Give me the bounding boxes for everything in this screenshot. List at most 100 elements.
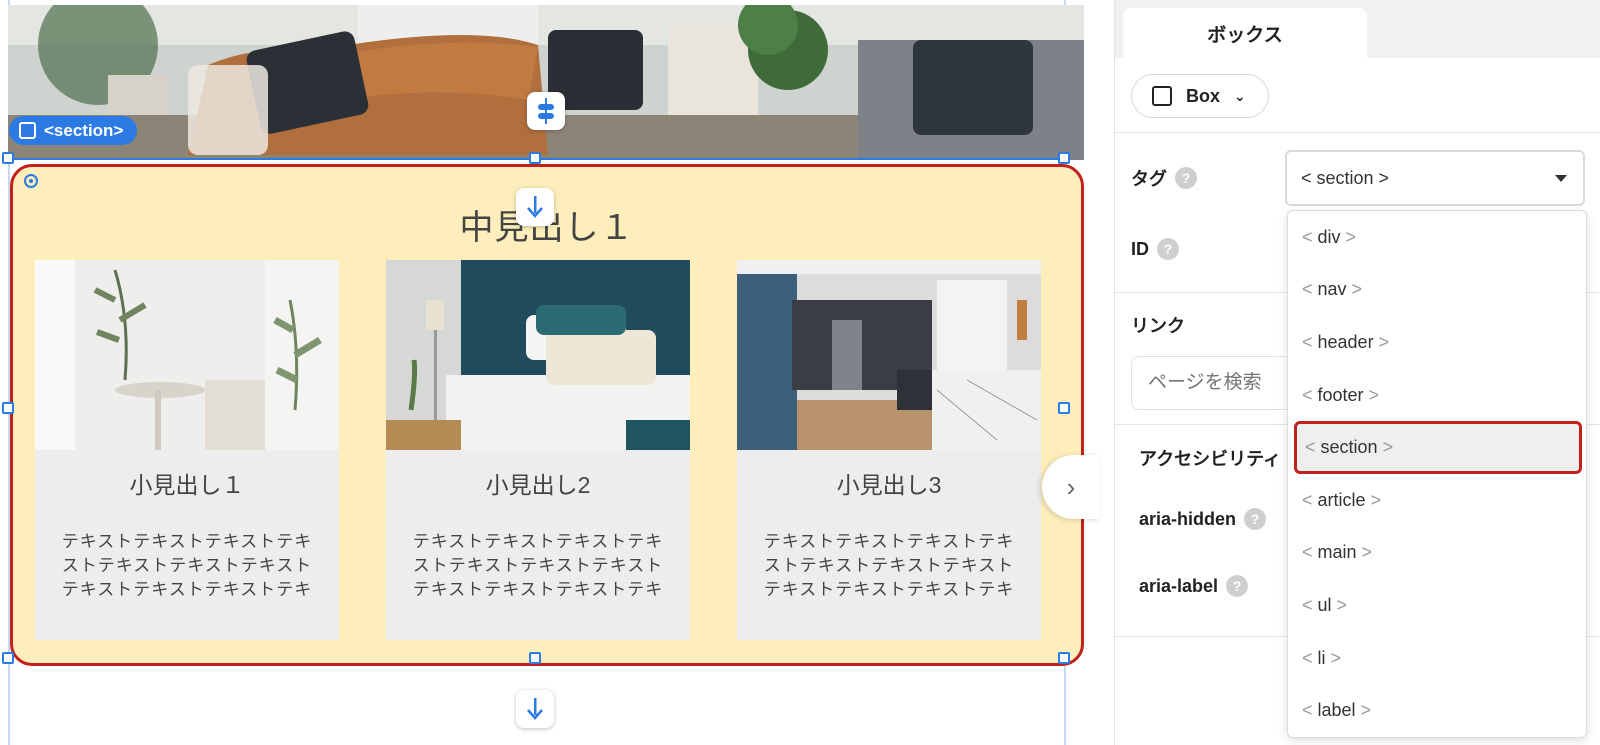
tag-option-main[interactable]: < main > <box>1288 527 1586 580</box>
properties-panel: ボックス Box ⌄ タグ ? < section > ID ? リンク アクセ… <box>1114 0 1600 745</box>
bracket-close: > <box>1355 700 1372 721</box>
aria-label-label: aria-label ? <box>1139 575 1249 597</box>
bracket-open: < <box>1302 489 1318 510</box>
arrow-down-icon <box>527 698 543 720</box>
bracket-close: > <box>1373 331 1390 352</box>
tag-option-li[interactable]: < li > <box>1288 632 1586 685</box>
tag-option-nav[interactable]: < nav > <box>1288 264 1586 317</box>
tag-option-label: article <box>1317 489 1366 510</box>
bracket-open: < <box>1302 279 1318 300</box>
carousel-next-button[interactable]: › <box>1042 455 1100 519</box>
resize-handle-middle-right[interactable] <box>1058 402 1070 414</box>
card-3-image <box>737 260 1041 450</box>
tag-option-label: nav <box>1317 279 1347 300</box>
card-2-image <box>386 260 690 450</box>
chevron-down-icon: ⌄ <box>1234 87 1246 104</box>
help-icon[interactable]: ? <box>1157 238 1179 260</box>
card-3-title[interactable]: 小見出し3 <box>737 466 1041 500</box>
accessibility-section-label: アクセシビリティ <box>1139 445 1281 471</box>
tag-option-label: header <box>1317 331 1374 352</box>
bracket-open: < <box>1302 647 1318 668</box>
id-field-label: ID ? <box>1131 238 1179 260</box>
card-1-text[interactable]: テキストテキストテキストテキストテキストテキストテキストテキストテキストテキスト… <box>55 530 319 602</box>
link-field-label: リンク <box>1131 312 1185 338</box>
bracket-open: < <box>1302 384 1318 405</box>
tab-box[interactable]: ボックス <box>1123 8 1367 58</box>
chevron-right-icon: › <box>1066 471 1076 502</box>
tag-option-label: main <box>1317 542 1357 563</box>
bracket-close: > <box>1365 489 1382 510</box>
tag-field-label: タグ ? <box>1131 165 1197 191</box>
help-icon[interactable]: ? <box>1175 167 1197 189</box>
panel-tab-bar: ボックス <box>1115 0 1600 58</box>
resize-handle-top-right[interactable] <box>1058 152 1070 164</box>
help-icon[interactable]: ? <box>1244 508 1267 530</box>
tag-label-text: タグ <box>1131 169 1167 189</box>
section-tag-badge[interactable]: <section> <box>9 116 138 145</box>
tag-option-footer[interactable]: < footer > <box>1288 369 1586 422</box>
tag-option-section[interactable]: < section > <box>1294 421 1582 474</box>
tag-option-label: label <box>1317 700 1356 721</box>
tag-select[interactable]: < section > <box>1285 150 1585 206</box>
section-badge-label: <section> <box>44 120 124 140</box>
card-1-image <box>35 260 339 450</box>
resize-handle-top-left[interactable] <box>2 152 14 164</box>
insert-below-button-top[interactable] <box>516 188 554 226</box>
bracket-close: > <box>1356 542 1373 563</box>
card-2-title[interactable]: 小見出し2 <box>386 466 690 500</box>
card-3[interactable]: 小見出し3 テキストテキストテキストテキストテキストテキストテキストテキストテキ… <box>737 260 1041 640</box>
bracket-close: > <box>1346 279 1363 300</box>
id-label-text: ID <box>1131 238 1149 259</box>
card-1[interactable]: 小見出し１ テキストテキストテキストテキストテキストテキストテキストテキストテキ… <box>35 260 339 640</box>
aria-hidden-label: aria-hidden ? <box>1139 508 1267 530</box>
tag-option-label: section <box>1320 437 1378 458</box>
tag-option-div[interactable]: < div > <box>1288 211 1586 264</box>
accessibility-label-text: アクセシビリティ <box>1139 449 1282 469</box>
split-section-button[interactable] <box>527 92 565 130</box>
resize-handle-middle-left[interactable] <box>2 402 14 414</box>
tag-option-label: div <box>1317 226 1341 247</box>
checkbox-square-icon <box>19 122 36 139</box>
resize-handle-bottom-right[interactable] <box>1058 652 1070 664</box>
hero-image <box>8 5 1084 160</box>
resize-handle-bottom-center[interactable] <box>529 652 541 664</box>
box-square-icon <box>1152 86 1172 106</box>
target-icon[interactable] <box>24 174 38 188</box>
help-icon[interactable]: ? <box>1226 575 1249 597</box>
card-1-title[interactable]: 小見出し１ <box>35 466 339 500</box>
bracket-open: < <box>1302 331 1318 352</box>
arrow-down-icon <box>527 196 543 218</box>
tag-option-label[interactable]: < label > <box>1288 684 1586 737</box>
tag-option-label: li <box>1317 647 1326 668</box>
editor-canvas[interactable]: <section> 中見出し１ 小見出し１ テキストテキストテキストテキストテキ… <box>0 0 1090 745</box>
card-2[interactable]: 小見出し2 テキストテキストテキストテキストテキストテキストテキストテキストテキ… <box>386 260 690 640</box>
component-type-label: Box <box>1186 85 1221 106</box>
tag-option-ul[interactable]: < ul > <box>1288 579 1586 632</box>
card-3-text[interactable]: テキストテキストテキストテキストテキストテキストテキストテキストテキストテキスト… <box>757 530 1021 602</box>
bracket-close: > <box>1325 647 1342 668</box>
bracket-close: > <box>1377 437 1394 458</box>
tag-option-header[interactable]: < header > <box>1288 316 1586 369</box>
editor-app: <section> 中見出し１ 小見出し１ テキストテキストテキストテキストテキ… <box>0 0 1600 745</box>
bracket-open: < <box>1302 542 1318 563</box>
bracket-open: < <box>1302 700 1318 721</box>
bracket-open: < <box>1302 226 1318 247</box>
tag-select-value: < section > <box>1301 167 1390 188</box>
link-label-text: リンク <box>1131 316 1185 336</box>
bracket-open: < <box>1302 594 1318 615</box>
component-type-dropdown[interactable]: Box ⌄ <box>1131 74 1269 118</box>
aria-hidden-label-text: aria-hidden <box>1139 508 1237 529</box>
bracket-close: > <box>1363 384 1380 405</box>
bracket-close: > <box>1340 226 1357 247</box>
resize-handle-bottom-left[interactable] <box>2 652 14 664</box>
caret-down-icon <box>1555 175 1567 182</box>
tag-option-article[interactable]: < article > <box>1288 474 1586 527</box>
tag-dropdown-menu: < div > < nav > < header > < footer > < sect… <box>1287 210 1587 738</box>
bracket-close: > <box>1331 594 1348 615</box>
tag-option-label: footer <box>1317 384 1364 405</box>
resize-handle-top-center[interactable] <box>529 152 541 164</box>
tag-option-label: ul <box>1317 594 1332 615</box>
aria-label-label-text: aria-label <box>1139 575 1219 596</box>
card-2-text[interactable]: テキストテキストテキストテキストテキストテキストテキストテキストテキストテキスト… <box>406 530 670 602</box>
insert-below-button-bottom[interactable] <box>516 690 554 728</box>
